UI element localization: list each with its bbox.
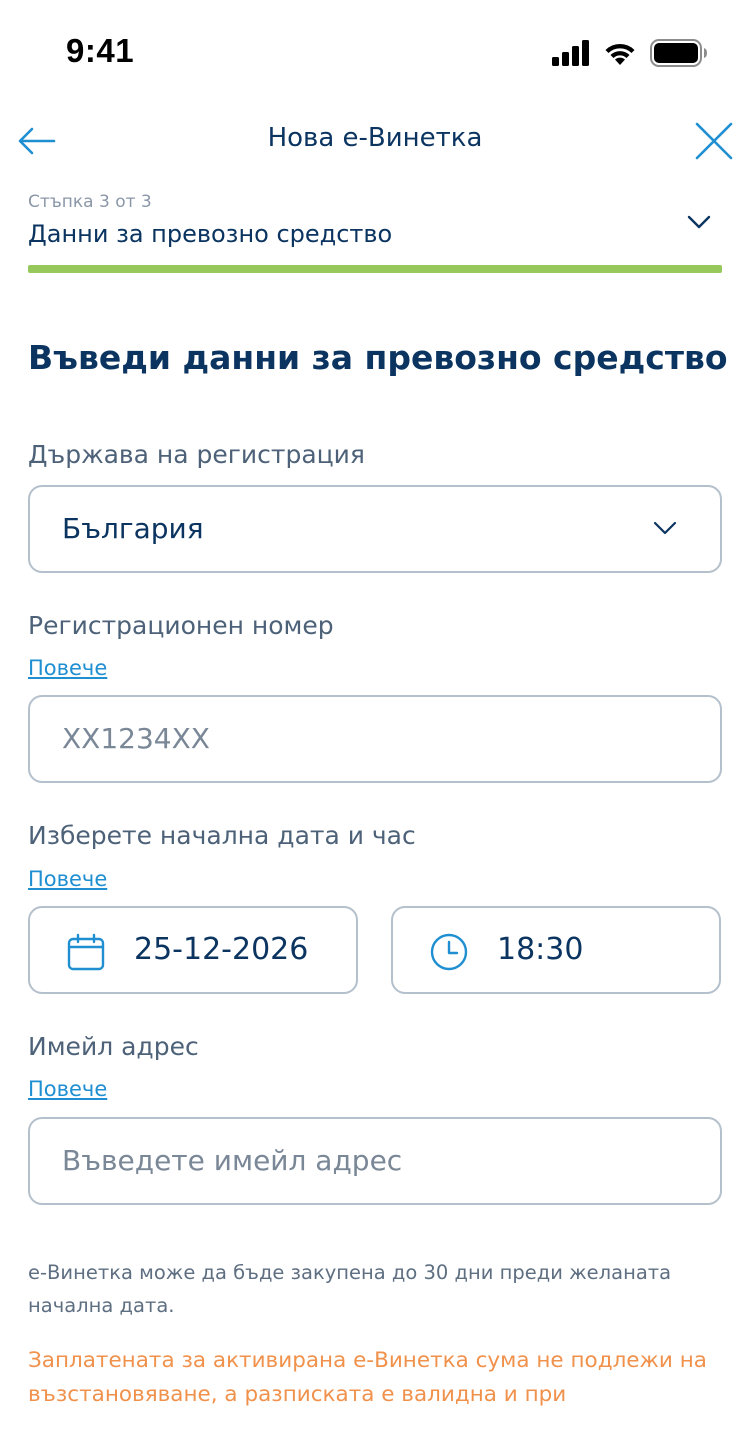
email-label: Имейл адрес [28,1032,199,1061]
page-title: Нова е-Винетка [267,123,483,153]
calendar-icon [67,933,105,971]
country-value: България [62,512,204,545]
plate-placeholder: XX1234XX [62,722,210,755]
close-icon [695,122,733,160]
plate-input[interactable]: XX1234XX [28,695,722,783]
date-picker[interactable]: 25-12-2026 [28,906,358,994]
battery-icon [650,39,707,67]
email-more-link[interactable]: Повече [28,1077,107,1101]
email-input[interactable]: Въведете имейл адрес [28,1117,722,1205]
start-label: Изберете начална дата и час [28,821,416,850]
step-selector[interactable]: Стъпка 3 от 3 Данни за превозно средство [28,192,722,248]
info-note: е-Винетка може да бъде закупена до 30 дн… [28,1261,672,1317]
step-progress-bar [28,265,722,273]
time-value: 18:30 [497,932,584,967]
country-label: Държава на регистрация [28,440,365,469]
status-icons [552,36,708,70]
form-heading: Въведи данни за превозно средство [28,338,728,377]
wifi-icon [605,43,635,65]
chevron-down-icon [653,521,677,535]
country-select[interactable]: България [28,485,722,573]
step-caption: Стъпка 3 от 3 [28,192,152,212]
plate-label: Регистрационен номер [28,611,334,640]
nav-bar: Нова е-Винетка [0,104,750,178]
step-title: Данни за превозно средство [28,220,393,248]
chevron-down-icon [687,215,711,229]
status-bar: 9:41 [0,0,750,100]
email-placeholder: Въведете имейл адрес [62,1144,403,1177]
clock-icon [430,933,468,971]
warning-note: Заплатената за активирана е-Винетка сума… [28,1348,707,1407]
cellular-signal-icon [552,40,589,66]
plate-more-link[interactable]: Повече [28,656,107,680]
close-button[interactable] [694,118,734,164]
start-more-link[interactable]: Повече [28,867,107,891]
status-time: 9:41 [66,32,135,69]
date-value: 25-12-2026 [134,932,309,967]
time-picker[interactable]: 18:30 [391,906,721,994]
